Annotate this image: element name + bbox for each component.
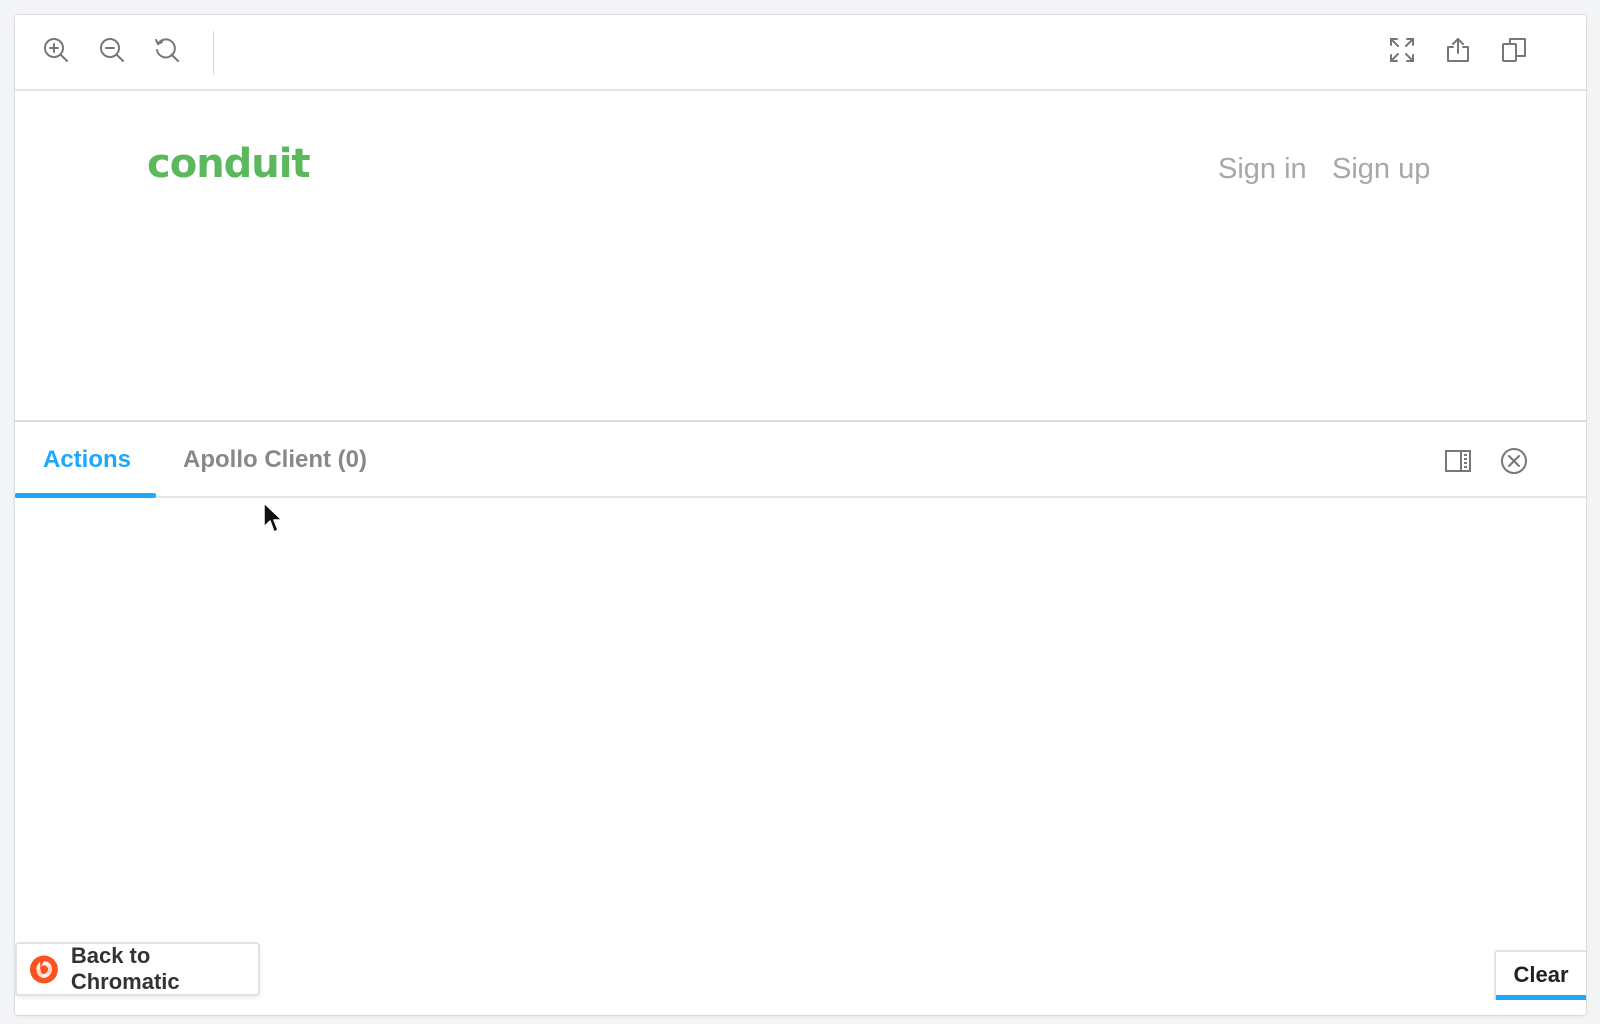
clear-actions-button[interactable]: Clear: [1494, 950, 1586, 1000]
sign-in-link[interactable]: Sign in: [1218, 153, 1307, 186]
share-icon: [1447, 38, 1469, 62]
active-tab-indicator: [15, 493, 156, 498]
zoom-out-button[interactable]: [95, 33, 129, 67]
mouse-cursor-icon: [263, 502, 283, 533]
zoom-reset-button[interactable]: [150, 33, 184, 67]
brand-logo[interactable]: conduit: [147, 141, 311, 187]
addons-panel: Actions Apollo Client (0) Back to Chroma…: [15, 420, 1586, 1015]
story-preview: conduit Sign in Sign up: [15, 91, 1586, 421]
toolbar-divider: [213, 31, 214, 75]
zoom-in-icon: [44, 38, 68, 62]
tab-apollo-client[interactable]: Apollo Client (0): [183, 422, 367, 496]
addons-tabbar: Actions Apollo Client (0): [15, 422, 1586, 498]
sign-up-link[interactable]: Sign up: [1332, 153, 1430, 186]
tab-actions-label: Actions: [43, 446, 132, 473]
copy-button[interactable]: [1497, 33, 1531, 67]
chromatic-logo-icon: [29, 955, 58, 983]
panel-layout-button[interactable]: [1441, 444, 1475, 478]
canvas-toolbar: [15, 15, 1586, 91]
back-to-chromatic-button[interactable]: Back to Chromatic: [15, 942, 260, 996]
share-button[interactable]: [1441, 33, 1475, 67]
zoom-out-icon: [100, 38, 124, 62]
fullscreen-icon: [1390, 38, 1414, 62]
tab-actions[interactable]: Actions: [43, 422, 131, 496]
zoom-in-button[interactable]: [39, 33, 73, 67]
close-panel-icon: [1501, 448, 1527, 474]
storybook-frame: conduit Sign in Sign up Actions Apollo C…: [15, 15, 1586, 1015]
zoom-reset-icon: [155, 38, 179, 62]
fullscreen-button[interactable]: [1385, 33, 1419, 67]
panel-layout-icon: [1445, 450, 1471, 472]
clear-button-indicator: [1496, 995, 1586, 1000]
back-to-chromatic-label: Back to Chromatic: [70, 943, 180, 994]
clear-label: Clear: [1513, 962, 1569, 987]
close-panel-button[interactable]: [1497, 444, 1531, 478]
copy-icon: [1502, 38, 1526, 62]
tab-apollo-client-label: Apollo Client (0): [183, 446, 367, 473]
